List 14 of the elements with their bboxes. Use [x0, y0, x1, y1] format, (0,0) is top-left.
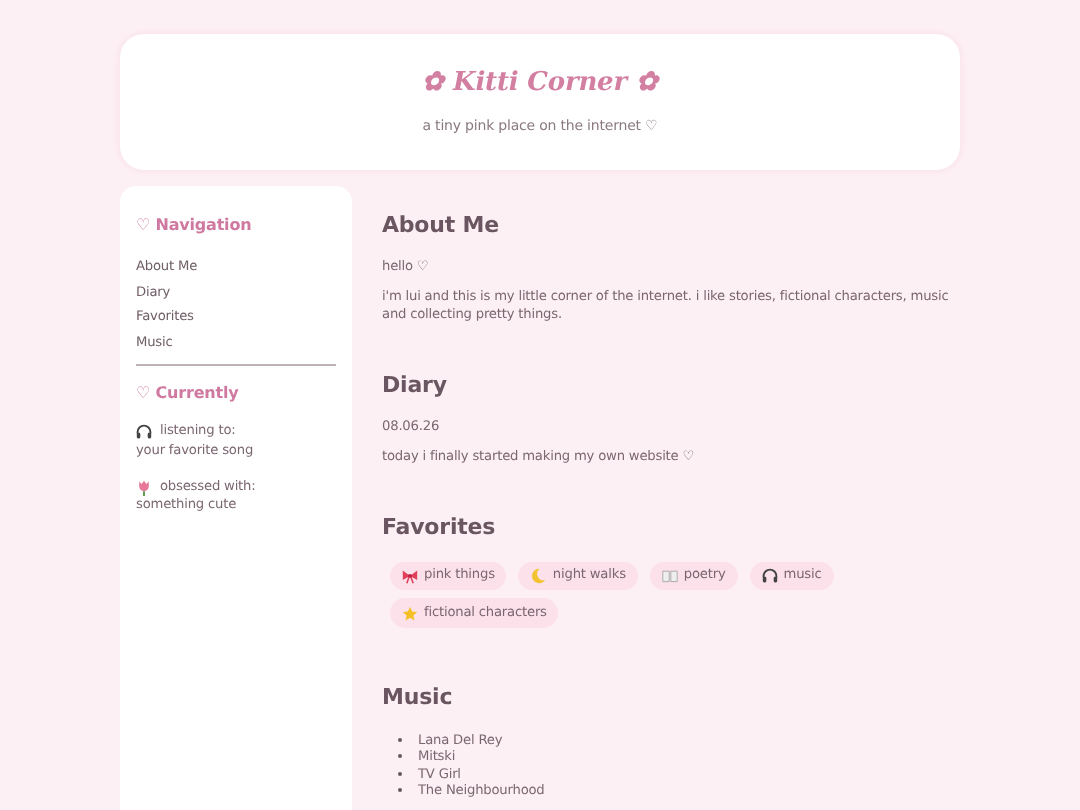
tulip-icon	[136, 479, 152, 496]
section-heading: Diary	[382, 372, 449, 399]
sidebar-heading: ♡ Navigation	[136, 214, 254, 238]
headphones-icon	[761, 568, 778, 584]
site-title: ✿ Kitti Corner ✿	[422, 67, 658, 100]
section-heading: About Me	[382, 212, 501, 239]
moon-icon	[530, 568, 547, 584]
bow-icon	[402, 568, 418, 584]
section-heading: Music	[382, 684, 455, 712]
star-icon	[402, 605, 418, 622]
section-heading: Favorites	[382, 514, 498, 542]
headphones-icon	[136, 423, 152, 440]
sidebar-heading: ♡ Currently	[136, 381, 241, 406]
book-icon	[661, 568, 678, 584]
